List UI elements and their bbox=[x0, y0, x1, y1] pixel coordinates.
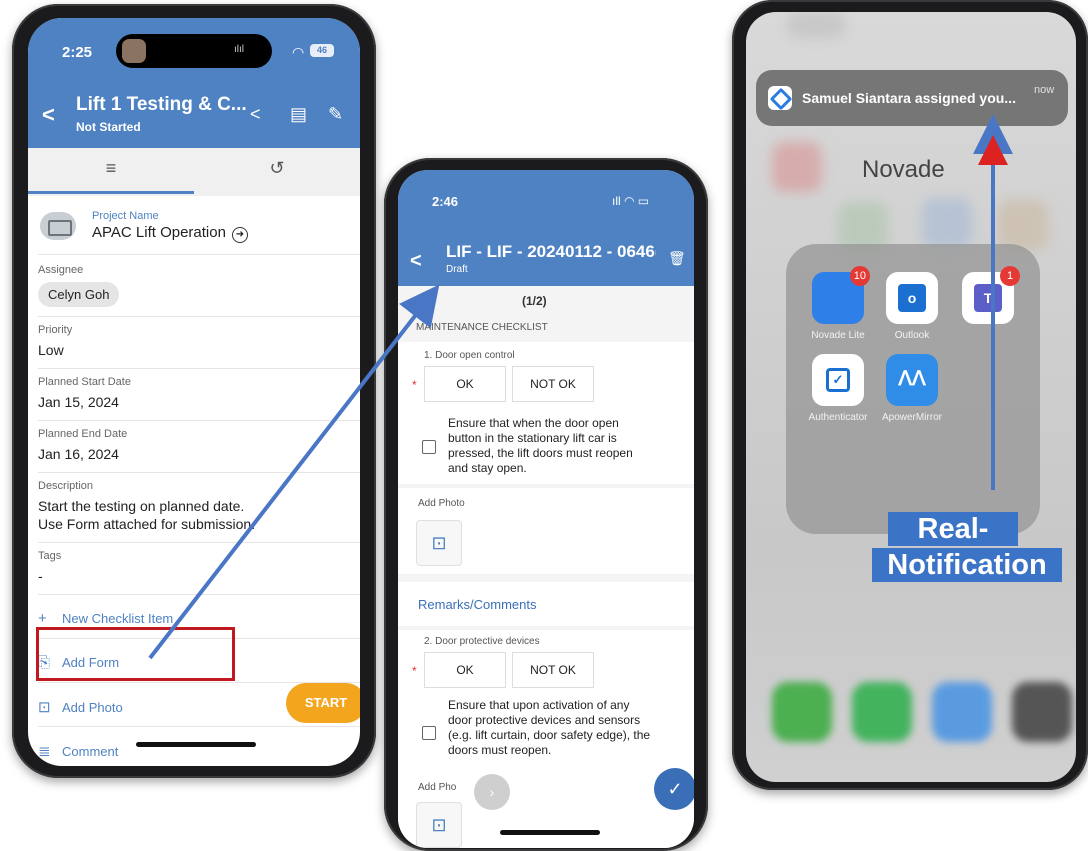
annotation-arrows bbox=[148, 114, 1013, 660]
arrow-to-form bbox=[148, 284, 440, 660]
composite-stage: 2:25 ılıl ◠ 46 < Lift 1 Testing & C... N… bbox=[0, 0, 1088, 851]
